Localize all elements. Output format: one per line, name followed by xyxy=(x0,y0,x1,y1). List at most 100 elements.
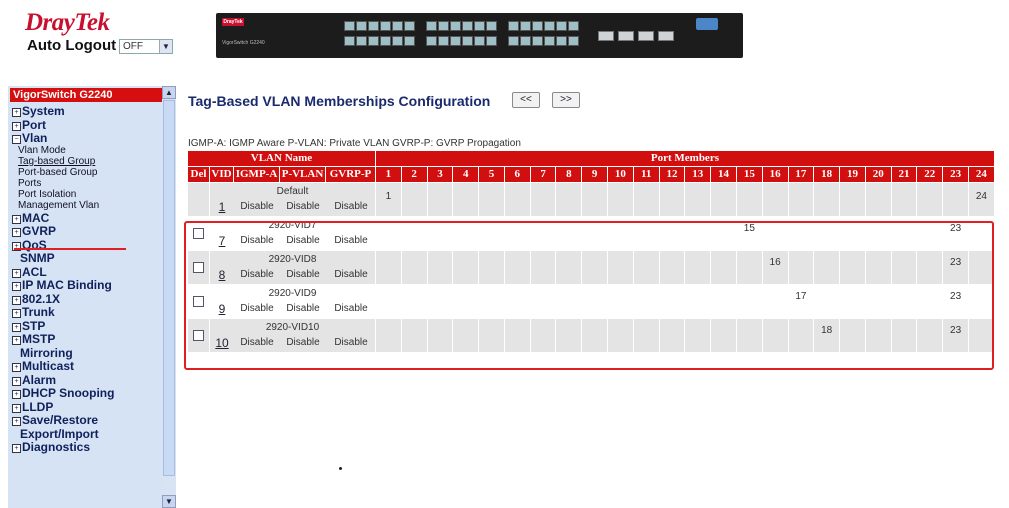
port-member-cell[interactable] xyxy=(813,250,841,285)
port-member-cell[interactable] xyxy=(967,318,995,353)
port-member-cell[interactable] xyxy=(967,284,995,319)
port-member-cell[interactable]: 23 xyxy=(942,216,969,251)
port-member-cell[interactable] xyxy=(839,318,866,353)
port-member-cell[interactable] xyxy=(529,182,557,217)
port-member-cell[interactable] xyxy=(632,216,660,251)
port-member-cell[interactable] xyxy=(684,284,712,319)
sidebar-item-save-restore[interactable]: + Save/Restore xyxy=(12,413,98,427)
expand-icon[interactable]: + xyxy=(12,322,21,332)
scroll-down-icon[interactable]: ▼ xyxy=(162,495,176,508)
port-member-cell[interactable] xyxy=(503,250,531,285)
port-member-cell[interactable] xyxy=(555,250,583,285)
port-member-cell[interactable]: 15 xyxy=(735,216,763,251)
expand-icon[interactable]: + xyxy=(12,363,21,372)
sidebar-scrollbar[interactable]: ▲ ▼ xyxy=(162,86,176,508)
port-member-cell[interactable] xyxy=(864,284,892,319)
port-member-cell[interactable] xyxy=(890,216,918,251)
sidebar-item-snmp[interactable]: SNMP xyxy=(20,251,55,265)
port-member-cell[interactable] xyxy=(658,250,686,285)
port-member-cell[interactable] xyxy=(942,182,969,217)
sidebar-item-port[interactable]: + Port xyxy=(12,118,46,132)
port-member-cell[interactable]: 16 xyxy=(761,250,789,285)
port-member-cell[interactable] xyxy=(710,250,737,285)
port-member-cell[interactable] xyxy=(684,318,712,353)
port-member-cell[interactable] xyxy=(375,216,402,251)
port-member-cell[interactable] xyxy=(916,250,944,285)
port-member-cell[interactable] xyxy=(839,250,866,285)
port-member-cell[interactable] xyxy=(632,250,660,285)
chevron-down-icon[interactable]: ▼ xyxy=(159,40,172,53)
port-member-cell[interactable] xyxy=(581,250,609,285)
port-member-cell[interactable] xyxy=(478,284,505,319)
port-member-cell[interactable] xyxy=(426,284,454,319)
sidebar-item-diagnostics[interactable]: + Diagnostics xyxy=(12,440,90,454)
port-member-cell[interactable] xyxy=(864,216,892,251)
port-member-cell[interactable] xyxy=(607,216,634,251)
scroll-up-icon[interactable]: ▲ xyxy=(162,86,176,99)
sidebar-item-stp[interactable]: + STP xyxy=(12,319,45,333)
port-member-cell[interactable] xyxy=(916,182,944,217)
port-member-cell[interactable] xyxy=(916,284,944,319)
expand-icon[interactable]: + xyxy=(12,268,21,278)
sidebar-item-802-1x[interactable]: +802.1X xyxy=(12,292,60,306)
port-member-cell[interactable] xyxy=(735,182,763,217)
sidebar-item-tag-based-group[interactable]: Tag-based Group xyxy=(18,156,95,167)
port-member-cell[interactable] xyxy=(581,182,609,217)
expand-icon[interactable]: + xyxy=(12,390,21,399)
port-member-cell[interactable] xyxy=(916,318,944,353)
port-member-cell[interactable] xyxy=(452,216,480,251)
port-member-cell[interactable] xyxy=(478,216,505,251)
vid-link[interactable]: 9 xyxy=(210,301,234,317)
port-member-cell[interactable] xyxy=(581,216,609,251)
delete-checkbox[interactable] xyxy=(193,227,204,239)
sidebar-item-port-isolation[interactable]: Port Isolation xyxy=(18,189,76,200)
port-member-cell[interactable] xyxy=(864,250,892,285)
port-member-cell[interactable] xyxy=(607,318,634,353)
sidebar-item-alarm[interactable]: + Alarm xyxy=(12,373,56,387)
sidebar-item-mstp[interactable]: + MSTP xyxy=(12,332,55,346)
port-member-cell[interactable] xyxy=(632,318,660,353)
port-member-cell[interactable] xyxy=(967,250,995,285)
port-member-cell[interactable] xyxy=(400,284,428,319)
port-member-cell[interactable] xyxy=(555,216,583,251)
sidebar-item-ports[interactable]: Ports xyxy=(18,178,41,189)
port-member-cell[interactable] xyxy=(658,216,686,251)
port-member-cell[interactable] xyxy=(581,284,609,319)
vid-link[interactable]: 10 xyxy=(210,335,234,351)
port-member-cell[interactable]: 1 xyxy=(375,182,402,217)
port-member-cell[interactable] xyxy=(787,318,815,353)
port-member-cell[interactable] xyxy=(555,318,583,353)
port-member-cell[interactable] xyxy=(529,284,557,319)
sidebar-item-system[interactable]: + System xyxy=(12,104,65,118)
port-member-cell[interactable] xyxy=(735,250,763,285)
port-member-cell[interactable] xyxy=(684,250,712,285)
port-member-cell[interactable] xyxy=(503,318,531,353)
port-member-cell[interactable] xyxy=(607,182,634,217)
port-member-cell[interactable] xyxy=(478,318,505,353)
delete-checkbox[interactable] xyxy=(193,295,204,307)
port-member-cell[interactable] xyxy=(916,216,944,251)
collapse-icon[interactable]: − xyxy=(12,135,21,144)
port-member-cell[interactable] xyxy=(761,318,789,353)
expand-icon[interactable]: + xyxy=(12,214,21,224)
sidebar-item-mac[interactable]: + MAC xyxy=(12,211,49,225)
expand-icon[interactable]: + xyxy=(12,108,21,117)
expand-icon[interactable]: + xyxy=(12,444,21,453)
expand-icon[interactable]: + xyxy=(12,417,21,426)
port-member-cell[interactable] xyxy=(813,284,841,319)
expand-icon[interactable]: + xyxy=(12,403,21,413)
port-member-cell[interactable] xyxy=(864,318,892,353)
port-member-cell[interactable] xyxy=(632,284,660,319)
port-member-cell[interactable] xyxy=(400,318,428,353)
port-member-cell[interactable] xyxy=(761,216,789,251)
port-member-cell[interactable] xyxy=(658,284,686,319)
port-member-cell[interactable] xyxy=(710,284,737,319)
port-member-cell[interactable]: 17 xyxy=(787,284,815,319)
auto-logout-select[interactable]: OFF ▼ xyxy=(119,39,173,54)
sidebar-item-vlan[interactable]: − Vlan xyxy=(12,131,47,145)
port-member-cell[interactable] xyxy=(452,250,480,285)
port-member-cell[interactable] xyxy=(710,182,737,217)
port-member-cell[interactable] xyxy=(452,182,480,217)
port-member-cell[interactable] xyxy=(735,284,763,319)
vid-link[interactable]: 7 xyxy=(210,233,234,249)
